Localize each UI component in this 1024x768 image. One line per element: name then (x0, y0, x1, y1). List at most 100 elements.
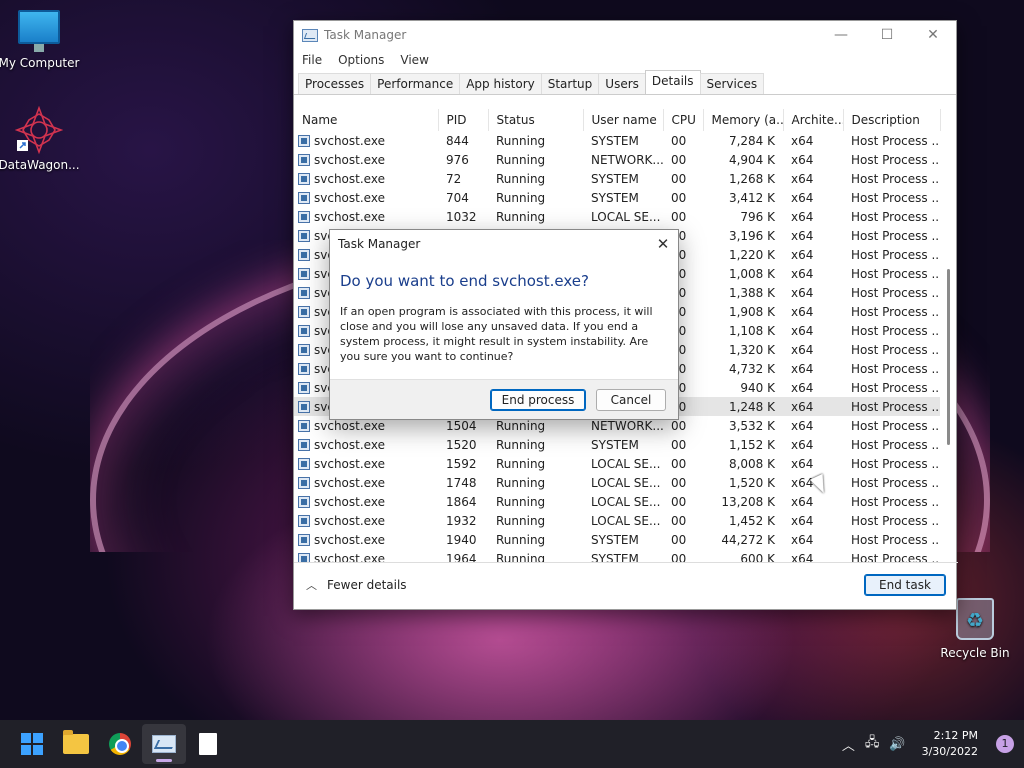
pid-cell: 704 (446, 190, 469, 205)
table-row[interactable]: svchost.exe 1520 Running SYSTEM 00 1,152 K x64… (294, 435, 940, 454)
description-cell: Host Process ... (851, 171, 940, 186)
maximize-icon[interactable]: ☐ (864, 27, 910, 43)
tab-services[interactable]: Services (699, 73, 765, 94)
memory-cell: 1,320 K (728, 342, 775, 357)
table-row[interactable]: svchost.exe 844 Running SYSTEM 00 7,284 K x64 H… (294, 131, 940, 150)
process-icon (298, 229, 310, 242)
taskbar-file-explorer[interactable] (54, 724, 98, 764)
architecture-cell: x64 (791, 532, 814, 547)
description-cell: Host Process ... (851, 152, 940, 167)
taskbar-chrome[interactable] (98, 724, 142, 764)
memory-cell: 1,388 K (728, 285, 775, 300)
description-cell: Host Process ... (851, 361, 940, 376)
user-cell: SYSTEM (591, 532, 639, 547)
tab-processes[interactable]: Processes (298, 73, 372, 94)
column-header-status[interactable]: Status (488, 109, 584, 131)
architecture-cell: x64 (791, 323, 814, 338)
column-header-architecture[interactable]: Archite... (783, 109, 844, 131)
start-button[interactable] (10, 724, 54, 764)
taskbar-notepad[interactable] (186, 724, 230, 764)
column-header-memory[interactable]: Memory (a... (703, 109, 784, 131)
menu-bar: File Options View (294, 49, 956, 71)
dialog-title-bar[interactable]: Task Manager ✕ (330, 230, 678, 258)
desktop-icon-my-computer[interactable]: My Computer (0, 10, 84, 70)
clock[interactable]: 2:12 PM 3/30/2022 (922, 728, 978, 760)
memory-cell: 3,412 K (728, 190, 775, 205)
process-name-cell: svchost.exe (294, 207, 438, 226)
architecture-cell: x64 (791, 456, 814, 471)
architecture-cell: x64 (791, 266, 814, 281)
description-cell: Host Process ... (851, 323, 940, 338)
column-header-description[interactable]: Description (843, 109, 941, 131)
dialog-heading: Do you want to end svchost.exe? (340, 272, 589, 290)
table-row[interactable]: svchost.exe 1592 Running LOCAL SE... 00 8,008… (294, 454, 940, 473)
dialog-footer: End process Cancel (330, 379, 678, 419)
fewer-details-button[interactable]: ︿ Fewer details (304, 577, 407, 593)
status-cell: Running (496, 190, 546, 205)
menu-file[interactable]: File (302, 53, 322, 67)
minimize-icon[interactable]: — (818, 27, 864, 43)
menu-options[interactable]: Options (338, 53, 384, 67)
tab-users[interactable]: Users (598, 73, 646, 94)
architecture-cell: x64 (791, 418, 814, 433)
process-icon (298, 305, 310, 318)
table-row[interactable]: svchost.exe 1032 Running LOCAL SE... 00 796 K… (294, 207, 940, 226)
user-cell: LOCAL SE... (591, 456, 661, 471)
process-icon (298, 514, 310, 527)
dialog-title: Task Manager (338, 237, 421, 251)
cancel-button[interactable]: Cancel (596, 388, 666, 411)
desktop-icon-label: My Computer (0, 56, 80, 70)
taskbar-task-manager[interactable] (142, 724, 186, 764)
desktop-icon-datawagon[interactable]: DataWagon... (0, 105, 84, 172)
column-header-user[interactable]: User name (583, 109, 664, 131)
network-icon[interactable]: 🖧 (865, 733, 880, 755)
memory-cell: 796 K (740, 209, 775, 224)
column-header-name[interactable]: ^ Name (294, 109, 439, 131)
table-row[interactable]: svchost.exe 1748 Running LOCAL SE... 00 1,520… (294, 473, 940, 492)
chevron-up-icon[interactable]: ︿ (842, 735, 855, 754)
title-bar[interactable]: Task Manager — ☐ ✕ (294, 21, 956, 49)
process-icon (298, 533, 310, 546)
pid-cell: 1864 (446, 494, 477, 509)
close-icon[interactable]: ✕ (910, 27, 956, 43)
architecture-cell: x64 (791, 228, 814, 243)
status-cell: Running (496, 171, 546, 186)
table-row[interactable]: svchost.exe 704 Running SYSTEM 00 3,412 K x64 H… (294, 188, 940, 207)
table-row[interactable]: svchost.exe 1940 Running SYSTEM 00 44,272 K x6… (294, 530, 940, 549)
memory-cell: 3,196 K (728, 228, 775, 243)
user-cell: LOCAL SE... (591, 513, 661, 528)
menu-view[interactable]: View (400, 53, 428, 67)
status-cell: Running (496, 475, 546, 490)
end-task-button[interactable]: End task (864, 574, 946, 596)
sort-up-icon: ^ (356, 109, 364, 115)
tab-app-history[interactable]: App history (459, 73, 542, 94)
cpu-cell: 00 (671, 494, 687, 509)
table-row[interactable]: svchost.exe 72 Running SYSTEM 00 1,268 K x64 Ho… (294, 169, 940, 188)
tab-performance[interactable]: Performance (370, 73, 461, 94)
tab-details[interactable]: Details (644, 70, 701, 94)
table-scrollbar[interactable] (947, 269, 950, 445)
column-header-cpu[interactable]: CPU (663, 109, 704, 131)
description-cell: Host Process ... (851, 247, 940, 262)
architecture-cell: x64 (791, 437, 814, 452)
description-cell: Host Process ... (851, 266, 940, 281)
memory-cell: 44,272 K (721, 532, 775, 547)
recycle-bin-icon: ♻ (956, 598, 994, 640)
tab-startup[interactable]: Startup (540, 73, 600, 94)
memory-cell: 13,208 K (721, 494, 775, 509)
notification-badge[interactable]: 1 (996, 735, 1014, 753)
memory-cell: 1,108 K (728, 323, 775, 338)
table-row[interactable]: svchost.exe 1864 Running LOCAL SE... 00 13,20… (294, 492, 940, 511)
dialog-message: If an open program is associated with th… (340, 305, 653, 363)
description-cell: Host Process ... (851, 418, 940, 433)
memory-cell: 940 K (740, 380, 775, 395)
column-header-pid[interactable]: PID (438, 109, 489, 131)
architecture-cell: x64 (791, 152, 814, 167)
process-icon (298, 495, 310, 508)
end-process-button[interactable]: End process (490, 388, 586, 411)
table-row[interactable]: svchost.exe 1932 Running LOCAL SE... 00 1,452… (294, 511, 940, 530)
close-icon[interactable]: ✕ (648, 235, 678, 253)
table-row[interactable]: svchost.exe 976 Running NETWORK... 00 4,904 K… (294, 150, 940, 169)
description-cell: Host Process ... (851, 228, 940, 243)
volume-icon[interactable]: 🔊 (889, 737, 905, 752)
